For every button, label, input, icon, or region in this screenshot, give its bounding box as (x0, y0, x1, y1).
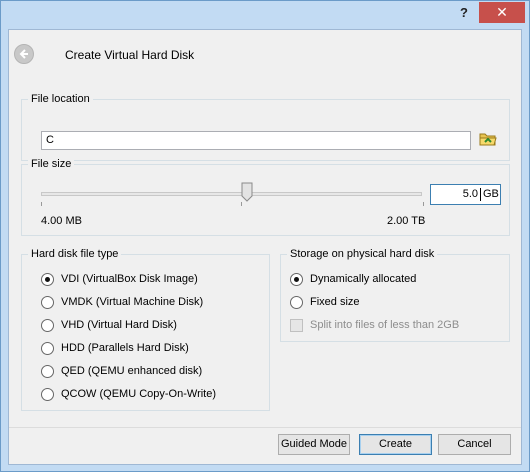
dialog-body: Create Virtual Hard Disk File location C… (8, 29, 522, 465)
guided-mode-button[interactable]: Guided Mode (278, 434, 350, 455)
radio-label: Dynamically allocated (310, 273, 417, 285)
file-size-title: File size (28, 157, 75, 171)
radio-label: Fixed size (310, 296, 360, 308)
storage-title: Storage on physical hard disk (287, 247, 438, 261)
dialog-title: Create Virtual Hard Disk (65, 48, 195, 62)
create-button[interactable]: Create (359, 434, 432, 455)
radio-button[interactable] (41, 365, 54, 378)
back-button[interactable] (14, 44, 34, 64)
radio-button[interactable] (41, 319, 54, 332)
radio-label: HDD (Parallels Hard Disk) (61, 342, 189, 354)
radio-label: VDI (VirtualBox Disk Image) (61, 273, 198, 285)
file-size-unit: GB (483, 188, 499, 200)
file-size-max-label: 2.00 TB (387, 215, 426, 227)
radio-button[interactable] (41, 342, 54, 355)
folder-browse-icon[interactable] (478, 129, 498, 149)
slider-tick (41, 202, 42, 206)
radio-button[interactable] (41, 273, 54, 286)
dialog-window: ? ✕ Create Virtual Hard Disk File locati… (0, 0, 530, 472)
slider-ticks (41, 202, 424, 206)
radio-label: VMDK (Virtual Machine Disk) (61, 296, 204, 308)
text-caret (480, 188, 481, 201)
file-location-input[interactable]: C (41, 131, 471, 150)
cancel-button[interactable]: Cancel (438, 434, 511, 455)
disk-type-group: Hard disk file type VDI (VirtualBox Disk… (21, 247, 270, 411)
radio-button[interactable] (290, 296, 303, 309)
slider-tick (241, 202, 242, 206)
file-size-slider-track[interactable] (41, 192, 422, 196)
file-size-input[interactable]: 5.0 GB (430, 184, 501, 205)
button-separator (9, 427, 521, 428)
storage-group: Storage on physical hard disk Dynamicall… (280, 247, 510, 342)
slider-tick (423, 202, 424, 206)
file-size-slider-handle[interactable] (241, 182, 253, 202)
file-location-group: File location C (21, 92, 510, 161)
file-size-value: 5.0 (462, 188, 478, 200)
file-size-group: File size 5.0 GB 4.00 MB 2.00 TB (21, 157, 510, 236)
radio-button[interactable] (41, 296, 54, 309)
radio-button[interactable] (41, 388, 54, 401)
file-size-min-label: 4.00 MB (41, 215, 82, 227)
close-button[interactable]: ✕ (479, 2, 525, 23)
arrow-left-icon (19, 49, 28, 59)
help-button[interactable]: ? (451, 4, 477, 22)
radio-label: QCOW (QEMU Copy-On-Write) (61, 388, 217, 400)
radio-label: QED (QEMU enhanced disk) (61, 365, 203, 377)
file-location-title: File location (28, 92, 93, 106)
disk-type-title: Hard disk file type (28, 247, 122, 261)
split-files-checkbox (290, 319, 303, 332)
radio-label: VHD (Virtual Hard Disk) (61, 319, 177, 331)
title-bar: ? ✕ (1, 1, 529, 27)
radio-button[interactable] (290, 273, 303, 286)
split-files-label: Split into files of less than 2GB (310, 319, 460, 331)
